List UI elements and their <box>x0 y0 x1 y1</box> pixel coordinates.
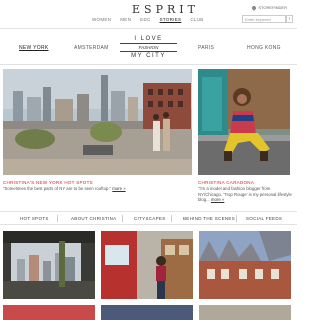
i-love-my-city-logo[interactable]: I LOVE FASHION MY CITY <box>120 35 177 60</box>
grid-tile-subway[interactable] <box>3 231 95 299</box>
nav-item-club[interactable]: CLUB <box>190 17 203 22</box>
divider <box>57 215 58 222</box>
street-photo <box>101 231 193 299</box>
grid-tile-brownstone[interactable] <box>199 231 291 299</box>
subnav-social-feeds[interactable]: SOCIAL FEEDS <box>246 216 282 221</box>
subnav-about-christina[interactable]: ABOUT CHRISTINA <box>71 216 116 221</box>
sub-nav: HOT SPOTS ABOUT CHRISTINA CITYSCAPES BEH… <box>0 211 297 225</box>
subway-photo <box>3 231 95 299</box>
bottom-1-photo <box>3 305 95 320</box>
city-bar: NEW YORK AMSTERDAM I LOVE FASHION MY CIT… <box>0 30 297 62</box>
logo-line-mid: FASHION <box>120 43 177 52</box>
divider <box>122 215 123 222</box>
rooftop-photo <box>3 69 192 175</box>
divider <box>171 215 172 222</box>
grid-tile-bottom-3[interactable] <box>199 305 291 320</box>
feature-image-christina[interactable] <box>198 69 290 175</box>
brownstone-photo <box>199 231 291 299</box>
divider <box>0 64 297 65</box>
esprit-logo[interactable]: ESPRIT <box>132 3 199 16</box>
divider <box>236 215 237 222</box>
nav-item-edc[interactable]: EDC <box>140 17 150 22</box>
top-bar: ESPRIT STOREFINDER WOMEN MEN EDC STORIES… <box>0 0 297 30</box>
city-amsterdam[interactable]: AMSTERDAM <box>74 45 109 51</box>
grid-tile-bottom-1[interactable] <box>3 305 95 320</box>
feature-right-title[interactable]: CHRISTINA CARADONA <box>198 180 254 185</box>
feature-right-text: "I'm a model and fashion blogger from NY… <box>198 186 292 203</box>
grid-tile-street[interactable] <box>101 231 193 299</box>
feature-left-text: "Sometimes the best parts of NY are to b… <box>3 186 193 192</box>
store-finder-link[interactable]: STOREFINDER <box>251 4 287 11</box>
feature-right-more-link[interactable]: more » <box>211 197 224 202</box>
divider <box>0 28 297 29</box>
nav-item-women[interactable]: WOMEN <box>92 17 111 22</box>
bottom-3-photo <box>199 305 291 320</box>
location-pin-icon <box>251 4 258 11</box>
store-finder-label: STOREFINDER <box>258 5 287 10</box>
feature-left-quote: "Sometimes the best parts of NY are to b… <box>3 186 112 191</box>
main-nav: WOMEN MEN EDC STORIES CLUB <box>92 17 204 22</box>
logo-line-bottom: MY CITY <box>131 53 166 59</box>
logo-line-top: I LOVE <box>134 36 163 42</box>
city-paris[interactable]: PARIS <box>198 45 214 51</box>
nav-item-stories[interactable]: STORIES <box>160 17 182 22</box>
bottom-2-photo <box>101 305 193 320</box>
feature-left-title[interactable]: CHRISTINA'S NEW YORK HOT SPOTS <box>3 180 93 185</box>
feature-left-more-link[interactable]: more » <box>112 186 125 191</box>
nav-item-men[interactable]: MEN <box>120 17 131 22</box>
feature-image-rooftop[interactable] <box>3 69 192 175</box>
search-button[interactable]: › <box>286 15 293 23</box>
search-input[interactable]: Enter keyword <box>242 15 286 23</box>
subnav-cityscapes[interactable]: CITYSCAPES <box>134 216 166 221</box>
grid-tile-bottom-2[interactable] <box>101 305 193 320</box>
subnav-behind-the-scenes[interactable]: BEHIND THE SCENES <box>183 216 235 221</box>
city-hong-kong[interactable]: HONG KONG <box>247 45 281 51</box>
subnav-hot-spots[interactable]: HOT SPOTS <box>20 216 49 221</box>
christina-photo <box>198 69 290 175</box>
city-new-york[interactable]: NEW YORK <box>19 45 49 51</box>
